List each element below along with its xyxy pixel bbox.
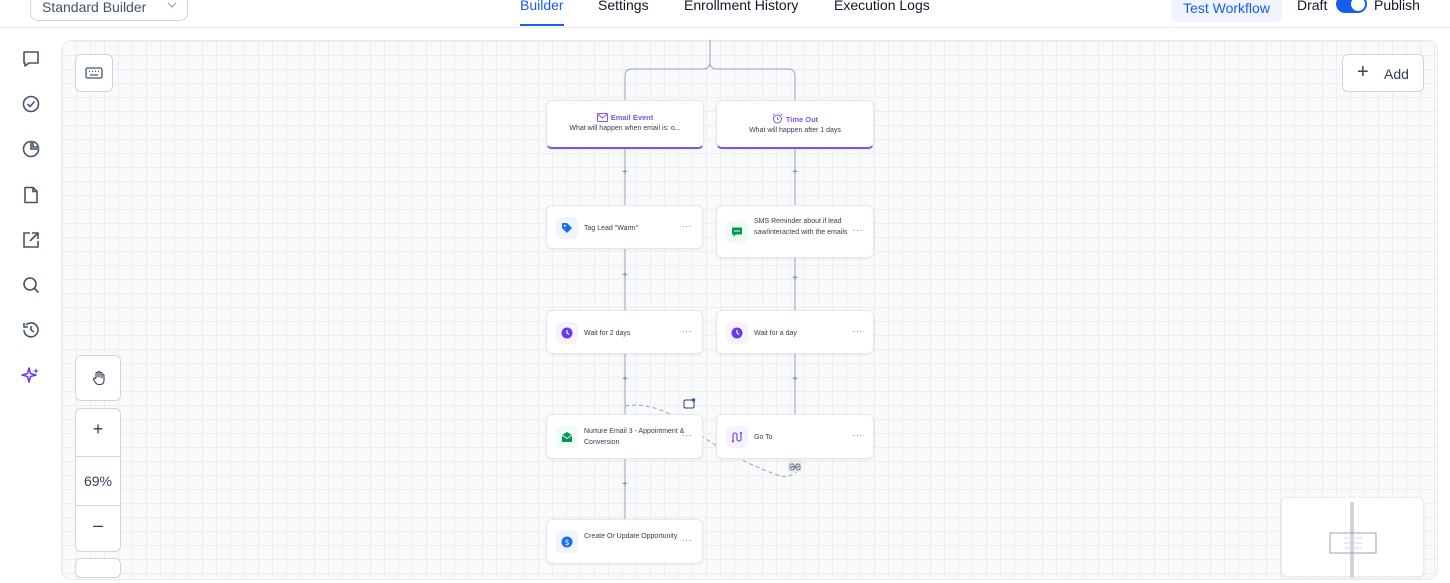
trigger-title-text: Email Event [610,113,654,122]
add-button[interactable]: + Add [1342,54,1424,92]
more-options-icon[interactable]: ··· [682,430,693,440]
trigger-subtitle: What will happen when email is: o... [569,125,681,132]
keyboard-shortcuts-button[interactable] [75,54,113,92]
action-create-update-opportunity[interactable]: $ Create Or Update Opportunity ··· [546,519,703,564]
unlink-icon[interactable] [788,460,802,472]
email-action-icon [556,426,578,448]
zoom-controls: + 69% – [75,408,121,552]
add-step-button[interactable]: + [619,479,631,491]
trigger-title: Time Out [717,113,873,124]
add-step-button[interactable]: + [789,374,801,386]
more-options-icon[interactable]: ··· [853,326,864,336]
action-label: Tag Lead "Warm" [584,225,639,232]
minimap[interactable] [1281,497,1424,578]
add-button-label: Add [1384,66,1409,82]
more-options-icon[interactable]: ··· [853,430,864,440]
hand-icon [92,370,105,386]
more-options-icon[interactable]: ··· [682,535,693,545]
action-tag-lead[interactable]: Tag Lead "Warm" ··· [546,205,703,249]
add-step-button[interactable]: + [789,167,801,179]
zoom-level: 69% [83,473,113,489]
more-options-icon[interactable]: ··· [853,225,864,235]
workflow-connectors [624,40,801,519]
envelope-icon [596,113,608,122]
action-label: Wait for a day [754,330,797,337]
tag-icon [556,217,578,239]
action-sms-reminder[interactable]: SMS Reminder about if lead saw/interacte… [716,205,874,258]
action-go-to[interactable]: Go To ··· [716,414,874,459]
svg-text:$: $ [564,538,569,547]
add-step-button[interactable]: + [619,374,631,386]
trigger-title: Email Event [547,113,703,122]
action-label: SMS Reminder about if lead saw/interacte… [754,218,848,236]
sms-icon [726,221,748,243]
zoom-in-button[interactable]: + [76,419,120,440]
keyboard-icon [85,67,103,79]
trigger-subtitle: What will happen after 1 days [749,127,841,134]
fit-view-button[interactable] [75,558,121,578]
action-label: Go To [754,434,773,441]
trigger-time-out[interactable]: Time Out What will happen after 1 days [716,100,874,149]
alarm-icon [772,113,783,124]
trigger-title-text: Time Out [785,115,819,124]
add-step-button[interactable]: + [619,167,631,179]
action-wait-a-day[interactable]: Wait for a day ··· [716,310,874,354]
action-nurture-email-3[interactable]: Nurture Email 3 - Appointment & Conversi… [546,414,703,459]
more-options-icon[interactable]: ··· [682,221,693,231]
plus-icon: + [1357,61,1369,83]
add-step-button[interactable]: + [789,273,801,285]
more-options-icon[interactable]: ··· [682,326,693,336]
pan-tool-button[interactable] [75,355,121,401]
goto-target-icon[interactable] [683,397,696,409]
action-wait-2-days[interactable]: Wait for 2 days ··· [546,310,703,354]
zoom-divider [76,456,120,457]
action-label: Create Or Update Opportunity [584,533,678,540]
action-label: Wait for 2 days [584,330,631,337]
minimap-preview [1329,502,1377,578]
clock-icon [726,322,748,344]
clock-icon [556,322,578,344]
goto-icon [726,426,748,448]
trigger-email-event[interactable]: Email Event What will happen when email … [546,100,704,149]
zoom-out-button[interactable]: – [76,515,120,536]
add-step-button[interactable]: + [619,270,631,282]
dollar-icon: $ [556,531,578,553]
zoom-divider [76,505,120,506]
